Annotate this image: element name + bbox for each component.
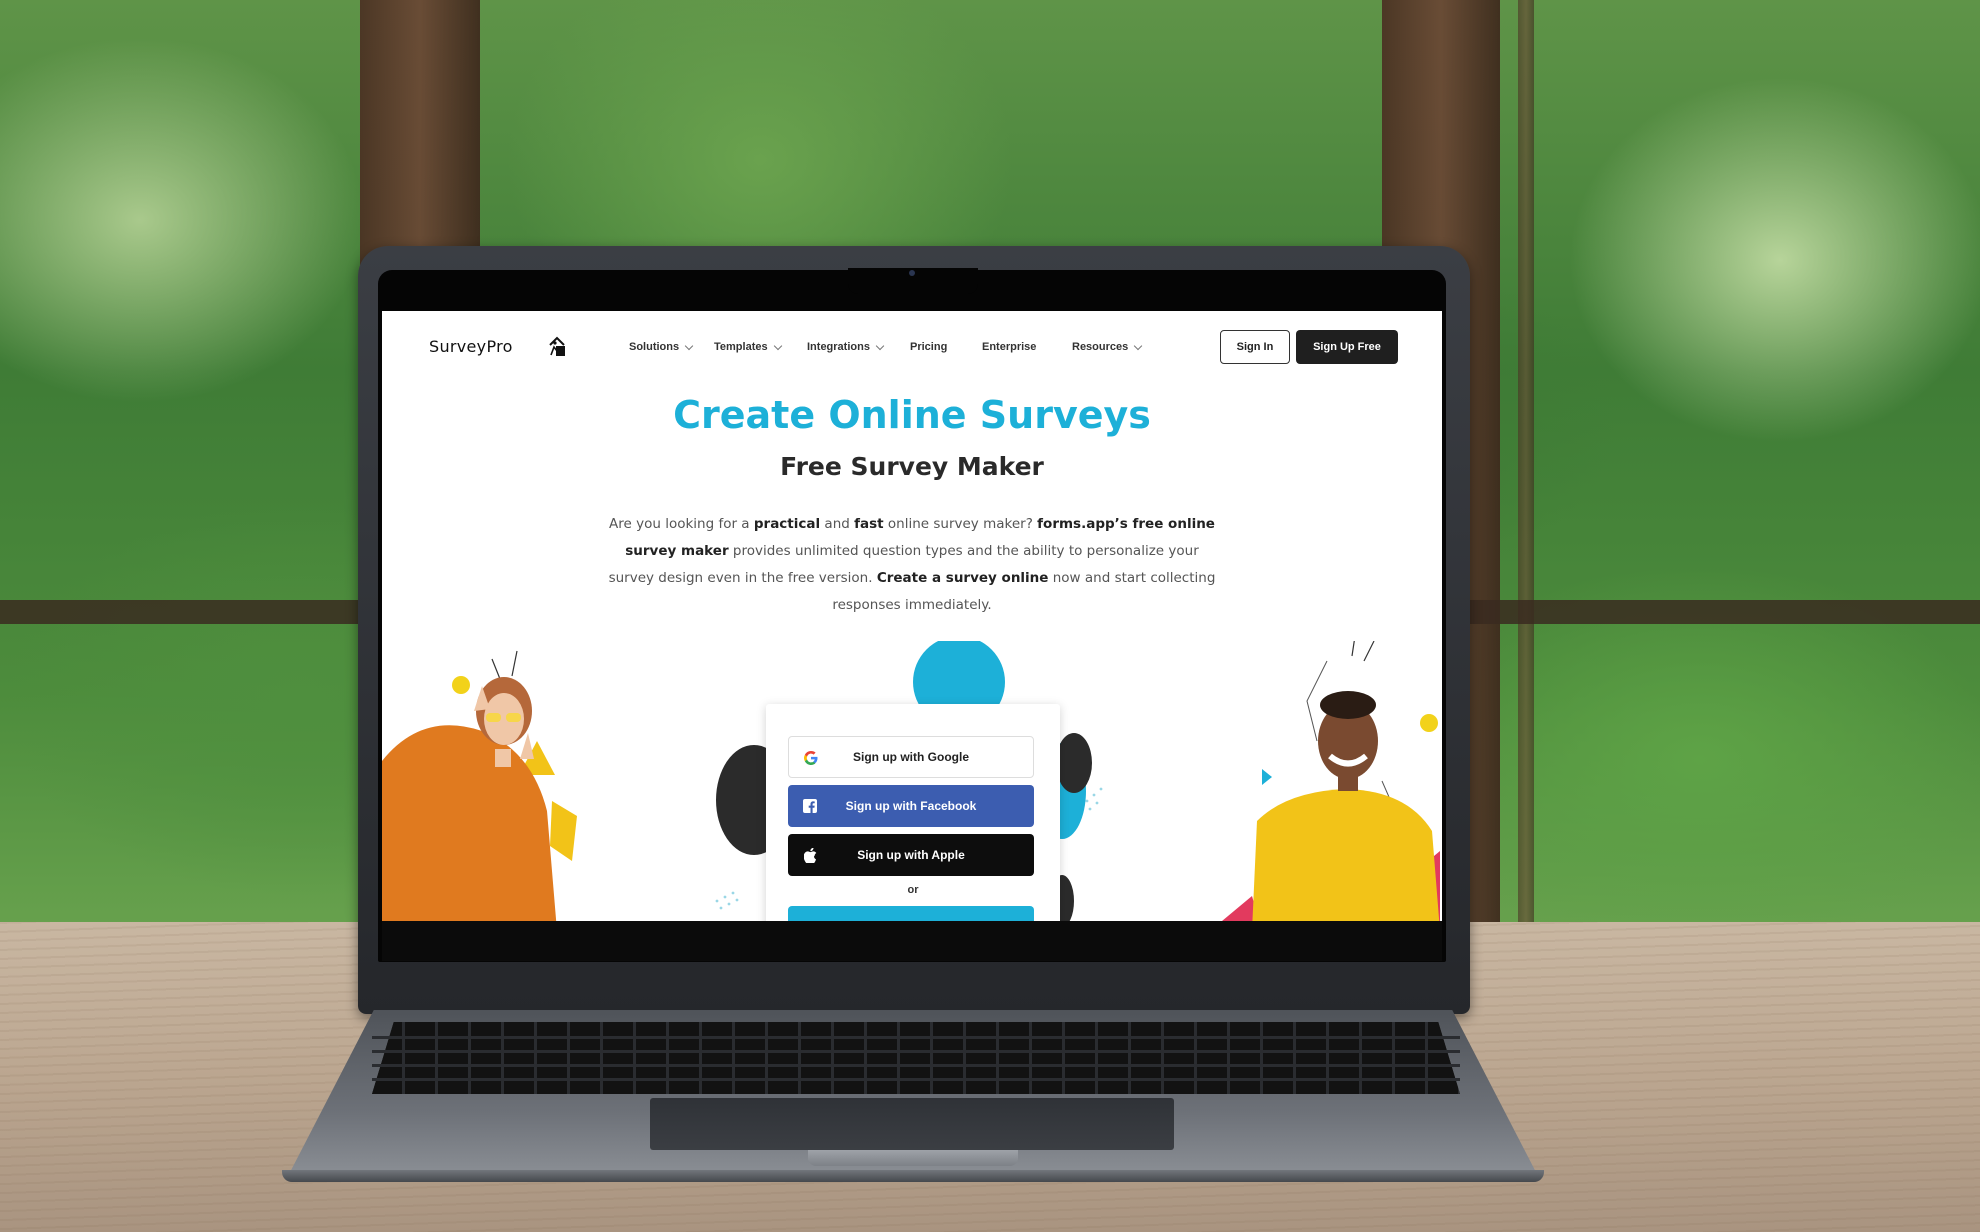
chevron-down-icon — [1134, 341, 1143, 350]
sign-up-free-button[interactable]: Sign Up Free — [1296, 330, 1398, 364]
keyboard-row-gap — [372, 1036, 1460, 1039]
browser-viewport: SurveyPro Solutions Templates Integratio… — [382, 311, 1442, 921]
laptop-front-notch — [808, 1150, 1018, 1166]
nav-resources-label: Resources — [1072, 341, 1129, 353]
laptop-base-edge — [282, 1170, 1544, 1182]
hero-title: Create Online Surveys — [673, 393, 1151, 437]
keyboard-row-gap — [372, 1078, 1460, 1081]
desc-text: and — [820, 516, 855, 532]
signup-apple-button[interactable]: Sign up with Apple — [788, 834, 1034, 876]
nav-solutions-label: Solutions — [629, 341, 680, 353]
nav-templates[interactable]: Templates — [714, 341, 782, 353]
window-frame — [1518, 0, 1534, 925]
nav-enterprise[interactable]: Enterprise — [982, 341, 1036, 353]
desc-bold: Create a survey online — [876, 570, 1049, 586]
signup-apple-label: Sign up with Apple — [857, 848, 965, 862]
sign-in-button[interactable]: Sign In — [1220, 330, 1290, 364]
signup-card: Sign up with Google Sign up with Faceboo… — [766, 704, 1060, 921]
nav-resources[interactable]: Resources — [1072, 341, 1143, 353]
or-divider: or — [907, 884, 919, 896]
chevron-down-icon — [875, 341, 885, 350]
keyboard — [372, 1022, 1460, 1094]
nav-enterprise-label: Enterprise — [982, 341, 1037, 353]
signup-google-label: Sign up with Google — [853, 750, 969, 764]
desc-bold: fast — [854, 516, 884, 532]
nav-solutions[interactable]: Solutions — [629, 341, 694, 353]
nav-integrations-label: Integrations — [807, 341, 870, 353]
desc-bold: practical — [753, 516, 821, 532]
nav-pricing[interactable]: Pricing — [910, 341, 947, 353]
facebook-icon — [800, 796, 820, 816]
trackpad — [650, 1098, 1174, 1150]
screen-bottom-border — [382, 921, 1442, 961]
signup-google-button[interactable]: Sign up with Google — [788, 736, 1034, 778]
nav-pricing-label: Pricing — [910, 341, 948, 353]
logo-text[interactable]: SurveyPro — [429, 337, 513, 356]
chevron-down-icon — [773, 341, 782, 350]
signup-facebook-label: Sign up with Facebook — [845, 799, 977, 813]
camera-icon — [909, 270, 915, 276]
signup-facebook-button[interactable]: Sign up with Facebook — [788, 785, 1034, 827]
chevron-down-icon — [684, 341, 694, 350]
signup-email-button[interactable] — [788, 906, 1034, 921]
logo-icon — [549, 336, 565, 356]
google-icon — [801, 748, 821, 768]
hero-description: Are you looking for a practical and fast… — [604, 511, 1220, 619]
nav-templates-label: Templates — [714, 341, 768, 353]
top-nav: SurveyPro Solutions Templates Integratio… — [382, 311, 1442, 371]
hero-subtitle: Free Survey Maker — [780, 452, 1044, 481]
desc-text: Are you looking for a — [609, 516, 754, 532]
nav-integrations[interactable]: Integrations — [807, 341, 885, 353]
desc-text: online survey maker? — [883, 516, 1038, 532]
keyboard-row-gap — [372, 1064, 1460, 1067]
apple-icon — [800, 845, 820, 865]
keyboard-row-gap — [372, 1050, 1460, 1053]
